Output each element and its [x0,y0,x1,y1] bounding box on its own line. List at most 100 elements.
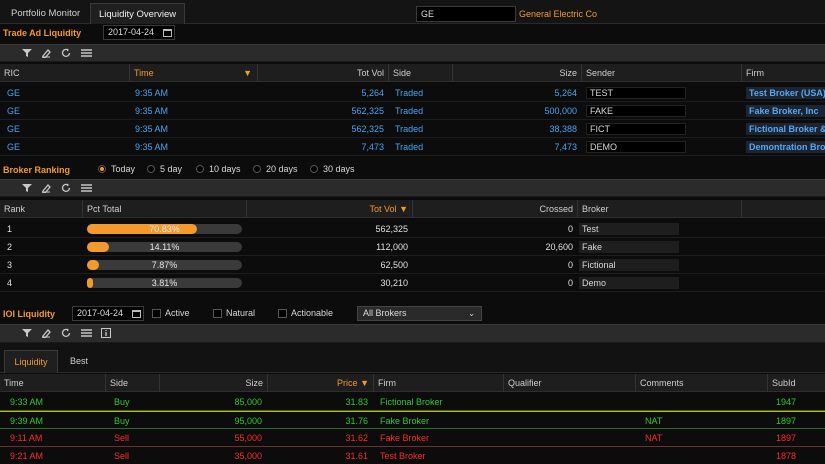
radio-button[interactable] [98,165,106,173]
ioi-time-cell: 9:39 AM [10,416,44,426]
table-row[interactable]: 9:39 AM Buy 95,000 31.76 Fake Broker NAT 1897 [0,411,825,429]
pct-label: 70.83% [149,224,180,234]
trade-ad-date-input[interactable]: 2017-04-24 [103,25,175,40]
firm-cell[interactable]: Demontration Broker [746,141,825,153]
info-icon[interactable] [100,328,112,340]
broker-ranking-header: Rank Pct Total Tot Vol ▼ Crossed Broker [0,200,825,218]
checkbox[interactable] [278,309,287,318]
ioi-qualifier-cell [506,393,634,411]
ioi-time-cell: 9:33 AM [10,397,44,407]
ioi-size-cell: 55,000 [234,433,262,443]
menu-icon[interactable] [80,183,92,195]
rank-tot-vol-cell: 30,210 [380,278,408,288]
menu-icon[interactable] [80,328,92,340]
col-ioi-price[interactable]: Price ▼ [268,374,374,392]
col-pct-total[interactable]: Pct Total [83,200,247,218]
subtab-best[interactable]: Best [58,350,100,373]
symbol-input[interactable]: GE [416,6,516,22]
ioi-size-cell: 85,000 [234,397,262,407]
sender-cell: FICT [586,123,686,135]
col-time[interactable]: Time ▼ [130,64,258,82]
ioi-firm-cell: Test Broker [380,451,426,461]
col-ioi-side[interactable]: Side [106,374,160,392]
table-row[interactable]: GE 9:35 AM 5,264 Traded 5,264 TEST Test Broker… [0,84,825,102]
table-row[interactable]: GE 9:35 AM 562,325 Traded 38,388 FICT Fictiona… [0,120,825,138]
firm-cell[interactable]: Test Broker (USA) [746,87,825,99]
col-crossed[interactable]: Crossed [413,200,578,218]
ioi-comments-cell: NAT [645,416,663,426]
table-row[interactable]: 9:11 AM Sell 55,000 31.62 Fake Broker NAT 1897 [0,429,825,447]
table-row[interactable]: 1 70.83% 562,325 0 Test [0,220,825,238]
table-row[interactable]: 4 3.81% 30,210 0 Demo [0,274,825,292]
subtab-liquidity[interactable]: Liquidity [4,350,58,373]
col-broker[interactable]: Broker [578,200,742,218]
col-rank-tot-vol[interactable]: Tot Vol ▼ [247,200,413,218]
ioi-comments-cell: NAT [645,433,663,443]
ioi-qualifier-cell [506,429,634,447]
crossed-cell: 0 [567,260,573,270]
col-rank[interactable]: Rank [0,200,83,218]
checkbox[interactable] [152,309,161,318]
col-sender[interactable]: Sender [582,64,742,82]
col-firm[interactable]: Firm [742,64,825,82]
col-time-label: Time [134,68,154,78]
col-ioi-subid[interactable]: SubId [768,374,825,392]
broker-cell: Fictional [579,259,679,271]
calendar-icon[interactable] [163,29,172,37]
ioi-side-cell: Sell [114,433,130,443]
ric-cell: GE [7,142,21,152]
period-label: 20 days [266,164,298,174]
filter-label: Natural [226,308,256,318]
ioi-date-value: 2017-04-24 [77,308,124,318]
table-row[interactable]: GE 9:35 AM 562,325 Traded 500,000 FAKE Fake Br… [0,102,825,120]
tab-liquidity-overview[interactable]: Liquidity Overview [90,3,186,24]
table-row[interactable]: 9:21 AM Sell 35,000 31.61 Test Broker 1878 [0,447,825,464]
col-ioi-firm[interactable]: Firm [374,374,504,392]
radio-button[interactable] [147,165,155,173]
refresh-icon[interactable] [60,328,72,340]
rank-cell: 1 [7,224,13,234]
firm-cell[interactable]: Fake Broker, Inc [746,105,825,117]
period-label: 30 days [323,164,355,174]
tot-vol-cell: 5,264 [361,88,384,98]
col-tot-vol[interactable]: Tot Vol [258,64,389,82]
col-ioi-size[interactable]: Size [160,374,268,392]
menu-icon[interactable] [80,48,92,60]
radio-button[interactable] [196,165,204,173]
table-row[interactable]: 2 14.11% 112,000 20,600 Fake [0,238,825,256]
refresh-icon[interactable] [60,183,72,195]
eraser-icon[interactable] [40,48,52,60]
col-side[interactable]: Side [389,64,453,82]
ioi-price-cell: 31.76 [345,416,368,426]
ioi-price-cell: 31.62 [345,433,368,443]
ioi-date-input[interactable]: 2017-04-24 [72,306,144,321]
table-row[interactable]: 3 7.87% 62,500 0 Fictional [0,256,825,274]
col-ioi-qualifier[interactable]: Qualifier [504,374,636,392]
size-cell: 500,000 [544,106,577,116]
col-ioi-comments[interactable]: Comments [636,374,768,392]
broker-ranking-title: Broker Ranking [3,165,71,175]
calendar-icon[interactable] [132,310,141,318]
table-row[interactable]: GE 9:35 AM 7,473 Traded 7,473 DEMO Demontratio… [0,138,825,156]
firm-cell[interactable]: Fictional Broker & Co [746,123,825,135]
tab-portfolio-monitor[interactable]: Portfolio Monitor [3,3,88,24]
eraser-icon[interactable] [40,328,52,340]
ioi-qualifier-cell [506,412,634,430]
radio-button[interactable] [310,165,318,173]
filter-icon[interactable] [21,183,33,195]
col-ioi-time[interactable]: Time [0,374,106,392]
sender-cell: DEMO [586,141,686,153]
time-cell: 9:35 AM [135,88,169,98]
refresh-icon[interactable] [60,48,72,60]
col-ric[interactable]: RIC [0,64,130,82]
filter-icon[interactable] [21,48,33,60]
radio-button[interactable] [253,165,261,173]
eraser-icon[interactable] [40,183,52,195]
table-row[interactable]: 9:33 AM Buy 85,000 31.83 Fictional Broker 194… [0,393,825,411]
time-cell: 9:35 AM [135,124,169,134]
rank-cell: 3 [7,260,13,270]
filter-icon[interactable] [21,328,33,340]
checkbox[interactable] [213,309,222,318]
col-size[interactable]: Size [453,64,582,82]
broker-select[interactable]: All Brokers ⌄ [357,306,482,321]
